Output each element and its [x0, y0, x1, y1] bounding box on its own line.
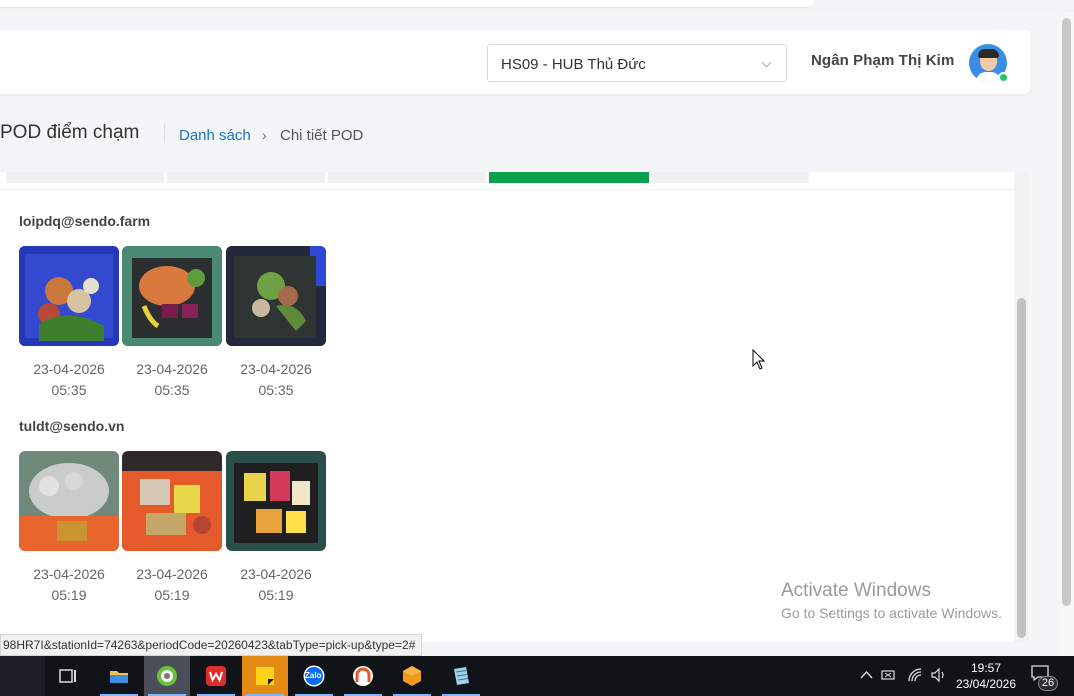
pod-photo[interactable] [226, 451, 326, 551]
photo-time: 05:35 [258, 382, 294, 398]
pod-photo[interactable] [19, 451, 119, 551]
tab-1[interactable] [6, 172, 164, 183]
wps-icon [206, 666, 226, 686]
notepad-icon [454, 667, 469, 685]
watermark-title: Activate Windows [781, 580, 931, 601]
watermark-subtitle: Go to Settings to activate Windows. [781, 605, 1002, 621]
tab-3[interactable] [328, 172, 486, 183]
clock-date: 23/04/2026 [955, 677, 1017, 691]
sticky-notes-icon [256, 667, 274, 685]
sublime-icon [403, 666, 421, 686]
group-email: tuldt@sendo.vn [19, 418, 125, 434]
file-explorer-icon [110, 671, 128, 683]
photo-timestamp: 23-04-2026 05:35 [122, 359, 222, 401]
photo-timestamp: 23-04-2026 05:19 [226, 564, 326, 606]
breadcrumb-link-list[interactable]: Danh sách [179, 127, 251, 144]
user-name[interactable]: Ngân Phạm Thị Kim [811, 52, 954, 69]
tab-5[interactable] [652, 172, 809, 183]
pod-photo[interactable] [122, 451, 222, 551]
photo-date: 23-04-2026 [136, 566, 208, 582]
zalo-button[interactable]: Zalo [291, 656, 337, 696]
file-explorer-button[interactable] [96, 656, 142, 696]
windows-taskbar: Zalo 19:57 23/04/2026 26 [0, 656, 1074, 696]
photo-time: 05:19 [51, 587, 87, 603]
photo-timestamp: 23-04-2026 05:19 [19, 564, 119, 606]
browser-address-bar[interactable] [0, 0, 815, 8]
pod-detail-panel: loipdq@sendo.farm 23-04-2026 05:35 23-04… [0, 172, 1014, 642]
photo-date: 23-04-2026 [33, 361, 105, 377]
system-clock[interactable]: 19:57 23/04/2026 [955, 660, 1017, 692]
app-header: HS09 - HUB Thủ Đức Ngân Phạm Thị Kim [0, 30, 1030, 94]
photo-timestamp: 23-04-2026 05:35 [226, 359, 326, 401]
avatar-hair [978, 49, 999, 58]
status-url-bar: 98HR7I&stationId=74263&periodCode=202604… [0, 634, 423, 656]
photo-timestamp: 23-04-2026 05:19 [122, 564, 222, 606]
photo-date: 23-04-2026 [240, 361, 312, 377]
clock-time: 19:57 [970, 661, 1002, 675]
hub-select[interactable]: HS09 - HUB Thủ Đức [487, 44, 787, 82]
group-email: loipdq@sendo.farm [19, 213, 151, 229]
page-title: POD điểm chạm [0, 122, 140, 143]
mouse-cursor-icon [752, 349, 766, 370]
zalo-label: Zalo [305, 671, 322, 680]
photo-timestamp: 23-04-2026 05:35 [19, 359, 119, 401]
wifi-icon[interactable] [907, 667, 925, 683]
pod-photo[interactable] [19, 246, 119, 346]
panel-scrollbar-thumb[interactable] [1017, 298, 1026, 638]
photo-time: 05:19 [258, 587, 294, 603]
browser-button[interactable] [144, 656, 190, 696]
title-divider [164, 123, 165, 143]
online-status-dot [998, 72, 1009, 83]
tab-bar [0, 172, 1014, 190]
photo-time: 05:19 [154, 587, 190, 603]
photo-date: 23-04-2026 [136, 361, 208, 377]
chevron-up-icon[interactable] [860, 670, 873, 680]
pod-photo[interactable] [226, 246, 326, 346]
task-view-button[interactable] [45, 656, 91, 696]
hub-select-value: HS09 - HUB Thủ Đức [501, 56, 646, 73]
notepad-button[interactable] [438, 656, 484, 696]
anydesk-button[interactable] [340, 656, 386, 696]
battery-keyboard-icon[interactable] [881, 668, 899, 682]
wps-button[interactable] [193, 656, 239, 696]
activate-windows-watermark: Activate Windows Go to Settings to activ… [781, 580, 1002, 621]
browser-icon [157, 666, 177, 686]
page-scrollbar-thumb[interactable] [1062, 18, 1071, 606]
breadcrumb-current: Chi tiết POD [280, 127, 364, 144]
chevron-down-icon [761, 57, 772, 68]
photo-date: 23-04-2026 [240, 566, 312, 582]
tab-4-active[interactable] [489, 172, 649, 183]
tab-2[interactable] [167, 172, 325, 183]
pod-photo[interactable] [122, 246, 222, 346]
sublime-button[interactable] [389, 656, 435, 696]
task-view-icon [59, 669, 76, 683]
start-area[interactable] [0, 656, 45, 696]
photo-date: 23-04-2026 [33, 566, 105, 582]
sticky-notes-button[interactable] [242, 656, 288, 696]
photo-time: 05:35 [51, 382, 87, 398]
notification-count-badge: 26 [1038, 676, 1058, 691]
breadcrumb-separator: › [262, 127, 267, 143]
anydesk-icon [353, 666, 373, 686]
volume-icon[interactable] [930, 667, 948, 683]
photo-time: 05:35 [154, 382, 190, 398]
